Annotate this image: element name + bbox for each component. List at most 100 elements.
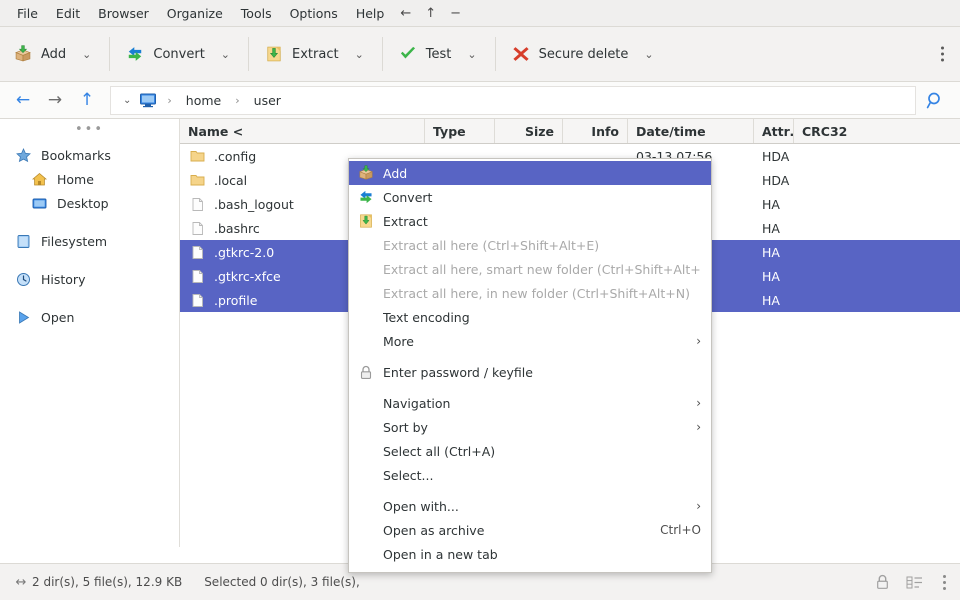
file-name-label: .bash_logout — [214, 196, 294, 212]
sidebar-item-desktop[interactable]: Desktop — [0, 191, 179, 215]
file-attr-cell: HA — [762, 196, 780, 212]
context-menu-item-accelerator: Ctrl+O — [660, 523, 701, 537]
resize-handle-icon[interactable]: ↔ — [10, 575, 32, 590]
sidebar-item-label: History — [41, 271, 86, 287]
menubar-item-file[interactable]: File — [8, 3, 47, 24]
sidebar-item-open[interactable]: Open — [0, 305, 179, 329]
context-menu-item-label: Text encoding — [383, 309, 470, 325]
status-overflow-icon[interactable] — [939, 573, 950, 592]
breadcrumb[interactable]: ⌄ › home › user — [110, 85, 916, 115]
folder-icon — [188, 172, 206, 188]
column-header-info[interactable]: Info — [563, 119, 628, 143]
list-view-icon[interactable] — [906, 575, 923, 590]
context-menu-item-sort-by[interactable]: Sort by › — [349, 415, 711, 439]
context-menu-item-open-in-new-tab[interactable]: Open in a new tab — [349, 542, 711, 566]
context-menu-item-label: Extract all here, in new folder (Ctrl+Sh… — [383, 285, 690, 301]
toolbar-overflow-menu[interactable] — [935, 43, 950, 66]
context-menu-item-label: Select all (Ctrl+A) — [383, 443, 496, 459]
column-header-type[interactable]: Type — [425, 119, 495, 143]
column-header-size[interactable]: Size — [495, 119, 563, 143]
add-archive-icon — [14, 45, 32, 62]
menubar-item-organize[interactable]: Organize — [158, 3, 232, 24]
lock-icon — [357, 364, 375, 380]
star-icon — [14, 147, 32, 163]
context-menu-item-open-with[interactable]: Open with... › — [349, 494, 711, 518]
sidebar-item-label: Desktop — [57, 195, 109, 211]
test-dropdown-caret-icon[interactable]: ⌄ — [459, 44, 486, 65]
add-dropdown-caret-icon[interactable]: ⌄ — [74, 44, 101, 65]
toolbar-separator — [494, 37, 496, 71]
column-header-attr[interactable]: Attr… — [754, 119, 794, 143]
convert-icon — [357, 189, 375, 205]
context-menu-item-convert[interactable]: Convert — [349, 185, 711, 209]
forward-button[interactable]: → — [40, 86, 70, 114]
breadcrumb-separator-icon: › — [167, 93, 172, 107]
path-navigation-bar: ← → ↑ ⌄ › home › user — [0, 82, 960, 119]
column-header-crc32[interactable]: CRC32 — [794, 119, 960, 143]
sidebar-item-home[interactable]: Home — [0, 167, 179, 191]
secure-delete-dropdown-caret-icon[interactable]: ⌄ — [636, 44, 663, 65]
file-context-menu: Add Convert Extract Extract all here (Ct… — [348, 158, 712, 573]
add-archive-icon — [357, 165, 375, 181]
convert-button[interactable]: Convert — [118, 42, 212, 66]
breadcrumb-item-user[interactable]: user — [250, 91, 285, 110]
context-menu-item-extract-all-smart-new-folder: Extract all here, smart new folder (Ctrl… — [349, 257, 711, 281]
extract-button[interactable]: Extract — [257, 42, 347, 66]
context-menu-item-extract[interactable]: Extract — [349, 209, 711, 233]
secure-delete-button[interactable]: Secure delete — [504, 42, 637, 66]
context-menu-separator — [349, 384, 711, 391]
context-menu-item-select-all[interactable]: Select all (Ctrl+A) — [349, 439, 711, 463]
file-icon — [188, 220, 206, 236]
main-toolbar: Add ⌄ Convert ⌄ Extract ⌄ Test ⌄ Secure … — [0, 27, 960, 82]
file-attr-cell: HA — [762, 244, 780, 260]
add-button[interactable]: Add — [6, 42, 74, 66]
menubar-item-tools[interactable]: Tools — [232, 3, 281, 24]
computer-icon[interactable] — [139, 92, 157, 108]
back-button[interactable]: ← — [8, 86, 38, 114]
context-menu-item-enter-password[interactable]: Enter password / keyfile — [349, 360, 711, 384]
filesystem-icon — [14, 233, 32, 249]
context-menu-item-add[interactable]: Add — [349, 161, 711, 185]
search-icon[interactable] — [918, 85, 952, 115]
submenu-chevron-right-icon: › — [696, 499, 701, 513]
sidebar: ••• Bookmarks Home Desktop Filesystem Hi… — [0, 119, 180, 547]
sidebar-item-label: Filesystem — [41, 233, 108, 249]
context-menu-item-open-as-archive[interactable]: Open as archive Ctrl+O — [349, 518, 711, 542]
sidebar-item-filesystem[interactable]: Filesystem — [0, 229, 179, 253]
context-menu-item-label: Extract all here, smart new folder (Ctrl… — [383, 261, 701, 277]
test-button[interactable]: Test — [391, 42, 460, 66]
menubar-minus-icon[interactable]: − — [443, 3, 468, 24]
sidebar-item-label: Home — [57, 171, 94, 187]
file-name-label: .gtkrc-2.0 — [214, 244, 275, 260]
toolbar-separator — [109, 37, 111, 71]
file-list-header: Name < Type Size Info Date/time Attr… CR… — [180, 119, 960, 144]
file-attr-cell: HDA — [762, 148, 790, 164]
menubar-up-arrow-icon[interactable]: ↑ — [418, 3, 443, 24]
up-button[interactable]: ↑ — [72, 86, 102, 114]
column-header-date[interactable]: Date/time — [628, 119, 754, 143]
context-menu-item-label: Select... — [383, 467, 434, 483]
breadcrumb-item-home[interactable]: home — [182, 91, 225, 110]
sidebar-collapse-handle[interactable]: ••• — [0, 123, 179, 143]
add-button-label: Add — [41, 46, 67, 62]
sidebar-item-bookmarks[interactable]: Bookmarks — [0, 143, 179, 167]
menubar-back-arrow-icon[interactable]: ← — [393, 3, 418, 24]
menubar-item-options[interactable]: Options — [281, 3, 347, 24]
sidebar-item-label: Bookmarks — [41, 147, 111, 163]
breadcrumb-dropdown-caret-icon[interactable]: ⌄ — [119, 95, 135, 106]
context-menu-item-select[interactable]: Select... — [349, 463, 711, 487]
menubar-item-browser[interactable]: Browser — [89, 3, 158, 24]
extract-dropdown-caret-icon[interactable]: ⌄ — [347, 44, 374, 65]
submenu-chevron-right-icon: › — [696, 334, 701, 348]
context-menu-item-navigation[interactable]: Navigation › — [349, 391, 711, 415]
context-menu-item-more[interactable]: More › — [349, 329, 711, 353]
context-menu-item-label: Add — [383, 165, 408, 181]
context-menu-item-text-encoding[interactable]: Text encoding — [349, 305, 711, 329]
sidebar-item-history[interactable]: History — [0, 267, 179, 291]
menubar-item-help[interactable]: Help — [347, 3, 394, 24]
column-header-name[interactable]: Name < — [180, 119, 425, 143]
lock-icon[interactable] — [875, 574, 890, 590]
menubar-item-edit[interactable]: Edit — [47, 3, 89, 24]
convert-dropdown-caret-icon[interactable]: ⌄ — [213, 44, 240, 65]
